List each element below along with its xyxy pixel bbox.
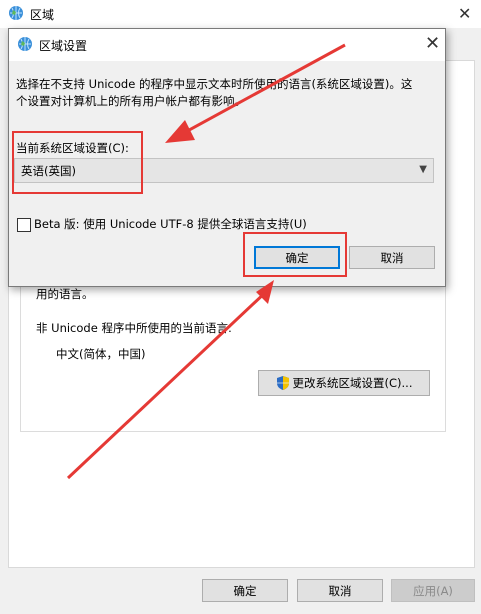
bg-titlebar <box>0 0 481 28</box>
bg-ok-button[interactable]: 确定 <box>202 579 288 602</box>
beta-utf8-checkbox[interactable] <box>17 218 31 232</box>
dialog-title: 区域设置 <box>39 39 88 53</box>
bg-apply-button[interactable]: 应用(A) <box>391 579 475 602</box>
bg-cancel-button[interactable]: 取消 <box>297 579 383 602</box>
bg-window-title: 区域 <box>30 8 55 22</box>
current-language-value: 中文(简体，中国) <box>56 347 146 361</box>
dialog-description-line1: 选择在不支持 Unicode 的程序中显示文本时所使用的语言(系统区域设置)。这 <box>16 77 413 91</box>
dialog-description-line2: 个设置对计算机上的所有用户帐户都有影响。 <box>16 94 246 108</box>
globe-icon <box>17 36 33 55</box>
annotation-box-ok <box>243 232 347 277</box>
dialog-cancel-button[interactable]: 取消 <box>349 246 435 269</box>
bg-partial-text: 用的语言。 <box>36 287 94 301</box>
beta-utf8-label[interactable]: Beta 版: 使用 Unicode UTF-8 提供全球语言支持(U) <box>34 216 307 232</box>
change-system-locale-label: 更改系统区域设置(C)... <box>292 376 413 390</box>
uac-shield-icon <box>276 375 290 391</box>
annotation-box-locale <box>12 131 143 194</box>
dialog-close-button[interactable]: ✕ <box>425 33 440 54</box>
chevron-down-icon: ▼ <box>419 164 427 175</box>
bg-close-button[interactable]: ✕ <box>458 4 471 23</box>
non-unicode-label: 非 Unicode 程序中所使用的当前语言: <box>36 321 232 335</box>
change-system-locale-button[interactable]: 更改系统区域设置(C)... <box>258 370 430 396</box>
globe-icon <box>8 5 24 24</box>
